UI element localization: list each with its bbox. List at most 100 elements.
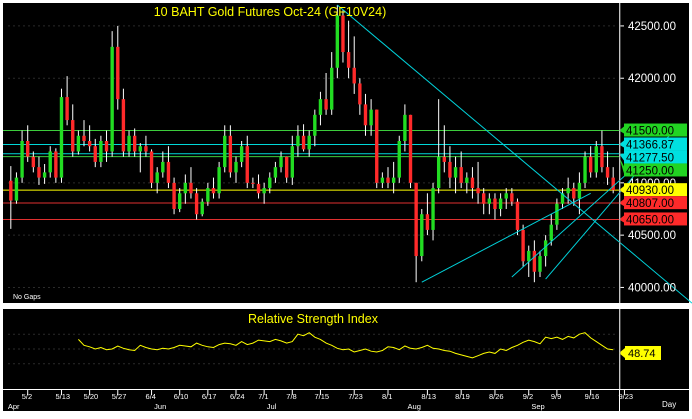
date-tick-label: 9/2 <box>523 392 533 401</box>
candle-body <box>217 167 221 194</box>
candle-body <box>335 15 340 68</box>
candle-body <box>358 83 362 105</box>
candle-body <box>324 99 328 110</box>
candle-body <box>121 99 126 152</box>
candle-body <box>9 180 13 201</box>
candle-body <box>138 146 142 152</box>
candle-body <box>605 167 610 178</box>
candle-body <box>76 135 81 152</box>
candle-body <box>82 135 86 141</box>
candle-body <box>527 250 531 262</box>
date-tick-label: 8/26 <box>489 392 504 401</box>
month-label: Aug <box>408 402 421 411</box>
candle-body <box>37 167 41 178</box>
candle-body <box>99 140 103 162</box>
candle-body <box>307 135 311 150</box>
candle-body <box>166 161 171 183</box>
price-tick-label: 40000.00 <box>628 282 676 294</box>
candle-body <box>482 193 486 204</box>
candle-body <box>144 146 148 152</box>
date-tick-label: 9/16 <box>585 392 600 401</box>
candle-body <box>127 135 131 152</box>
level-label-text: 41500.00 <box>626 126 674 138</box>
date-tick-label: 5/27 <box>112 392 127 401</box>
candle-body <box>555 203 559 225</box>
candle-body <box>538 256 542 272</box>
chart-title: 10 BAHT Gold Futures Oct-24 (GF10V24) <box>154 5 387 19</box>
price-panel: 40000.0040500.0041000.0041500.0042000.00… <box>3 3 692 304</box>
candle-body <box>178 193 182 209</box>
level-label-text: 41277.50 <box>626 152 674 164</box>
candle-body <box>20 140 24 178</box>
candle-body <box>493 198 497 209</box>
candle-body <box>262 188 266 194</box>
rsi-title: Relative Strength Index <box>248 312 379 326</box>
price-tick-label: 42000.00 <box>628 73 676 85</box>
date-tick-label: 7/8 <box>286 392 296 401</box>
candle-body <box>459 167 463 183</box>
candle-body <box>172 182 176 209</box>
candle-body <box>577 182 582 199</box>
candle-body <box>532 250 537 272</box>
candle-body <box>498 198 503 209</box>
date-tick-label: 9/23 <box>618 392 633 401</box>
candle-body <box>391 177 396 183</box>
chart-window: 40000.0040500.0041000.0041500.0042000.00… <box>0 0 692 414</box>
candle-body <box>290 146 294 178</box>
candle-body <box>301 135 306 150</box>
candle-body <box>223 135 227 168</box>
candle-body <box>431 188 435 230</box>
candle-body <box>549 224 553 241</box>
candle-body <box>110 46 114 152</box>
candle-body <box>200 201 204 215</box>
candle-body <box>566 188 570 194</box>
candle-body <box>572 188 576 199</box>
candle-body <box>465 177 469 183</box>
candle-body <box>116 46 120 100</box>
candle-body <box>245 146 249 183</box>
candle-body <box>273 167 278 178</box>
candle-body <box>414 182 418 257</box>
level-label-text: 40930.00 <box>626 185 674 197</box>
date-tick-label: 7/1 <box>258 392 268 401</box>
candle-body <box>87 140 92 147</box>
candle-body <box>26 140 30 157</box>
candle-body <box>194 193 199 215</box>
candle-body <box>93 146 97 162</box>
candle-body <box>369 109 373 126</box>
date-tick-label: 8/13 <box>421 392 436 401</box>
date-axis: 5/2 5/13 5/20 5/27 6/4 6/10 6/17 6/24 7/1 7/8 7/15… <box>3 390 689 411</box>
level-label-text: 40807.00 <box>626 198 674 210</box>
month-label: Jul <box>267 402 277 411</box>
date-tick-label: 5/20 <box>84 392 99 401</box>
candle-body <box>296 135 300 147</box>
candle-body <box>268 177 272 189</box>
candle-body <box>515 201 520 230</box>
candle-body <box>239 146 244 162</box>
candle-body <box>206 188 210 202</box>
candle-body <box>284 156 289 178</box>
candle-body <box>155 172 159 183</box>
candle-body <box>189 182 193 194</box>
candle-body <box>470 177 475 189</box>
candle-body <box>346 52 351 68</box>
candle-body <box>54 151 58 178</box>
candle-body <box>341 15 345 53</box>
price-tick-label: 40500.00 <box>628 230 676 242</box>
candle-body <box>397 140 401 178</box>
candle-body <box>403 114 407 141</box>
candle-body <box>510 193 514 202</box>
candle-body <box>330 67 334 110</box>
level-label-text: 41250.00 <box>626 165 674 177</box>
candle-body <box>313 114 317 136</box>
candle-body <box>59 97 64 178</box>
candle-body <box>183 182 188 194</box>
candle-body <box>132 135 137 152</box>
candle-body <box>352 67 356 84</box>
level-label-text: 40650.00 <box>626 214 674 226</box>
month-label: Sep <box>531 402 544 411</box>
chart-canvas: 40000.0040500.0041000.0041500.0042000.00… <box>3 3 692 411</box>
candle-body <box>251 182 255 184</box>
rsi-value-label: 48.74 <box>628 348 656 360</box>
candle-body <box>588 156 593 173</box>
